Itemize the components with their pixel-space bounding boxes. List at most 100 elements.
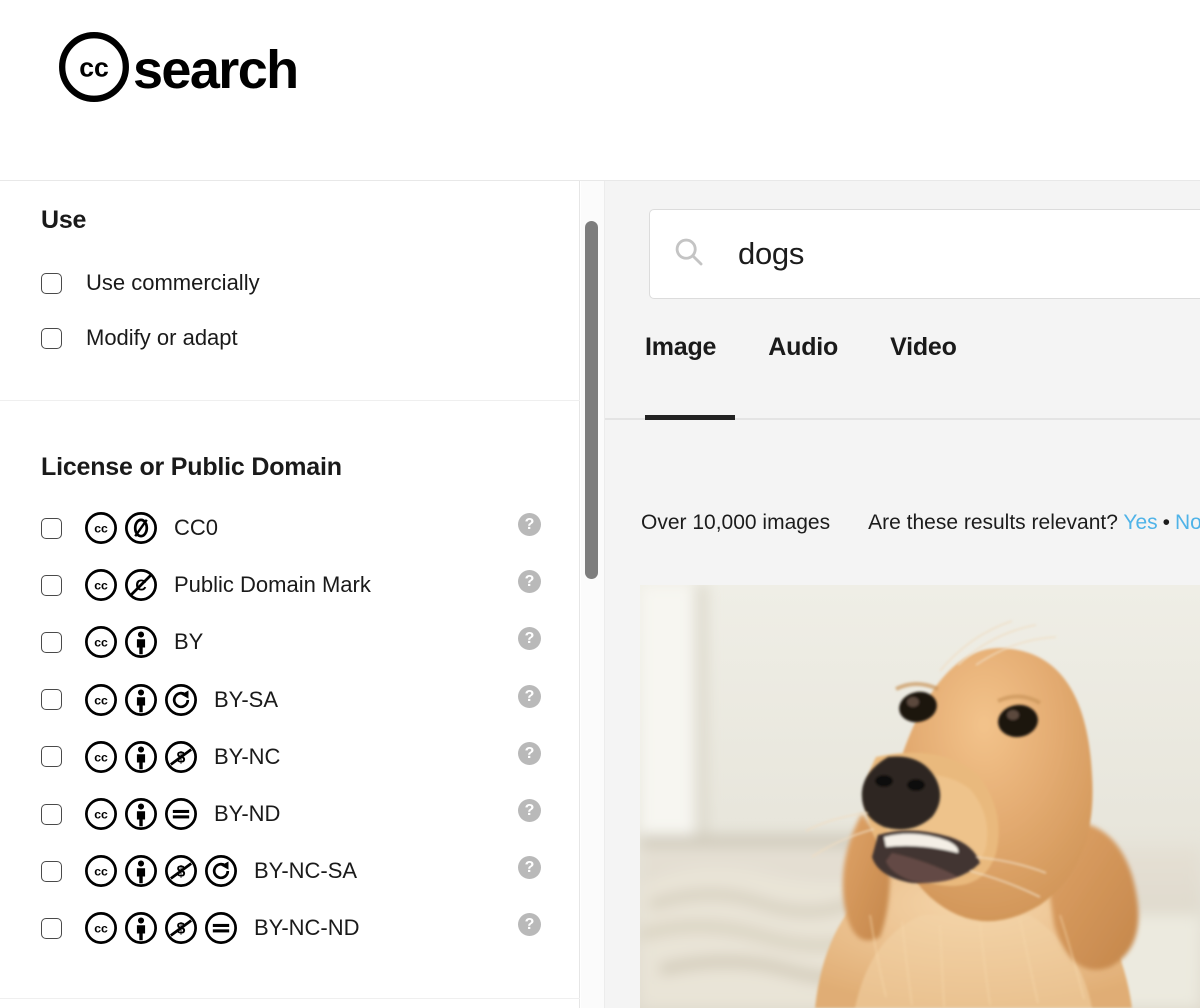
cc-nc-icon: $: [164, 854, 198, 888]
svg-text:cc: cc: [94, 636, 108, 650]
help-icon[interactable]: ?: [518, 913, 541, 937]
help-icon[interactable]: ?: [518, 627, 541, 651]
filter-license-by-sa[interactable]: cc BY-SA: [41, 683, 278, 717]
result-count: Over 10,000 images: [641, 511, 831, 534]
license-icon-group: cc: [84, 511, 158, 545]
license-icon-group: cc: [84, 625, 158, 659]
filter-modify-or-adapt[interactable]: Modify or adapt: [41, 323, 238, 353]
filters-sidebar: Use Use commercially Modify or adapt Lic…: [0, 181, 580, 1008]
relevance-prompt: Are these results relevant? Yes • No: [868, 511, 1200, 535]
help-icon[interactable]: ?: [518, 856, 541, 880]
relevance-separator: •: [1162, 511, 1170, 534]
filter-label: Modify or adapt: [86, 325, 238, 350]
cc-search-page: cc search Use Use commercially Modify or…: [0, 0, 1200, 1008]
svg-text:cc: cc: [94, 521, 108, 535]
svg-text:cc: cc: [94, 693, 108, 707]
cc-by-icon: [124, 854, 158, 888]
cc-zero-icon: [124, 511, 158, 545]
checkbox-license-by-nd[interactable]: [41, 803, 62, 825]
cc-cc-icon: cc: [84, 683, 118, 717]
relevance-no-link[interactable]: No: [1175, 511, 1200, 534]
cc-cc-icon: cc: [84, 740, 118, 774]
cc-pd-icon: C: [124, 568, 158, 602]
cc-nd-icon: [204, 911, 238, 945]
cc-search-logo[interactable]: cc search: [57, 30, 299, 109]
active-tab-indicator: [645, 415, 735, 420]
filter-use-commercially[interactable]: Use commercially: [41, 268, 260, 298]
filter-label: BY-NC: [214, 743, 281, 769]
cc-by-icon: [124, 683, 158, 717]
cc-sa-icon: [164, 683, 198, 717]
search-input[interactable]: dogs: [738, 236, 804, 272]
cc-sa-icon: [204, 854, 238, 888]
filter-label: CC0: [174, 515, 219, 540]
cc-by-icon: [124, 911, 158, 945]
sidebar-scrollbar-thumb[interactable]: [585, 221, 598, 579]
filter-label: BY: [174, 629, 204, 655]
checkbox-license-cc0[interactable]: [41, 517, 62, 539]
filter-label: BY-ND: [214, 801, 281, 826]
cc-cc-icon: cc: [84, 625, 118, 659]
dog-photo: [640, 585, 1200, 1008]
help-icon[interactable]: ?: [518, 684, 541, 708]
media-type-tabs: Image Audio Video: [645, 333, 1009, 362]
filter-license-cc0[interactable]: cc CC0: [41, 511, 218, 545]
cc-cc-icon: cc: [84, 511, 118, 545]
section-divider: [0, 400, 580, 401]
relevance-question: Are these results relevant?: [868, 511, 1118, 534]
help-icon[interactable]: ?: [518, 513, 541, 536]
help-icon[interactable]: ?: [518, 741, 541, 765]
svg-text:cc: cc: [94, 807, 108, 821]
cc-cc-icon: cc: [84, 797, 118, 831]
filter-license-by-nc-nd[interactable]: cc $ BY-NC-ND: [41, 911, 360, 945]
license-icon-group: cc: [84, 797, 198, 831]
license-section-title: License or Public Domain: [41, 453, 342, 481]
checkbox-use-commercially[interactable]: [41, 272, 62, 294]
checkbox-modify-or-adapt[interactable]: [41, 327, 62, 349]
logo-wordmark: search: [133, 39, 299, 100]
page-header: cc search: [0, 0, 1200, 181]
tab-video[interactable]: Video: [890, 333, 957, 362]
filter-license-by[interactable]: cc BY: [41, 625, 203, 659]
relevance-yes-link[interactable]: Yes: [1123, 511, 1157, 534]
cc-nd-icon: [164, 797, 198, 831]
svg-text:cc: cc: [94, 865, 108, 879]
cc-nc-icon: $: [164, 740, 198, 774]
checkbox-license-by-sa[interactable]: [41, 689, 62, 711]
license-icon-group: cc: [84, 683, 198, 717]
image-result-thumbnail[interactable]: [640, 585, 1200, 1008]
license-icon-group: cc $: [84, 740, 198, 774]
filter-label: BY-SA: [214, 686, 279, 712]
svg-text:cc: cc: [94, 922, 108, 936]
checkbox-license-by-nc-nd[interactable]: [41, 917, 62, 939]
cc-by-icon: [124, 797, 158, 831]
checkbox-license-by-nc-sa[interactable]: [41, 860, 62, 882]
checkbox-license-by[interactable]: [41, 631, 62, 653]
checkbox-license-by-nc[interactable]: [41, 746, 62, 768]
cc-cc-icon: cc: [84, 854, 118, 888]
filter-label: BY-NC-ND: [254, 915, 360, 941]
cc-logo-icon: cc: [57, 30, 131, 109]
cc-by-icon: [124, 740, 158, 774]
tab-image[interactable]: Image: [645, 333, 716, 362]
cc-cc-icon: cc: [84, 911, 118, 945]
help-icon[interactable]: ?: [518, 799, 541, 822]
license-icon-group: cc $: [84, 911, 238, 945]
filter-license-by-nc[interactable]: cc $ BY-NC: [41, 740, 280, 774]
results-panel: dogs Image Audio Video Over 10,000 image…: [605, 181, 1200, 1008]
tab-audio[interactable]: Audio: [768, 333, 838, 362]
help-icon[interactable]: ?: [518, 570, 541, 594]
filter-license-public domain mark[interactable]: cc C Public Domain Mark: [41, 568, 371, 602]
section-divider-bottom: [0, 998, 580, 999]
search-icon: [672, 235, 706, 274]
search-bar[interactable]: dogs: [649, 209, 1200, 299]
results-summary: Over 10,000 images Are these results rel…: [641, 511, 1200, 535]
filter-license-by-nc-sa[interactable]: cc $ BY-NC-SA: [41, 854, 357, 888]
filter-label: BY-NC-SA: [254, 858, 358, 884]
checkbox-license-public domain mark[interactable]: [41, 574, 62, 596]
filter-label: Public Domain Mark: [174, 572, 371, 598]
svg-text:cc: cc: [94, 579, 108, 593]
license-icon-group: cc $: [84, 854, 238, 888]
cc-nc-icon: $: [164, 911, 198, 945]
filter-license-by-nd[interactable]: cc BY-ND: [41, 797, 280, 831]
